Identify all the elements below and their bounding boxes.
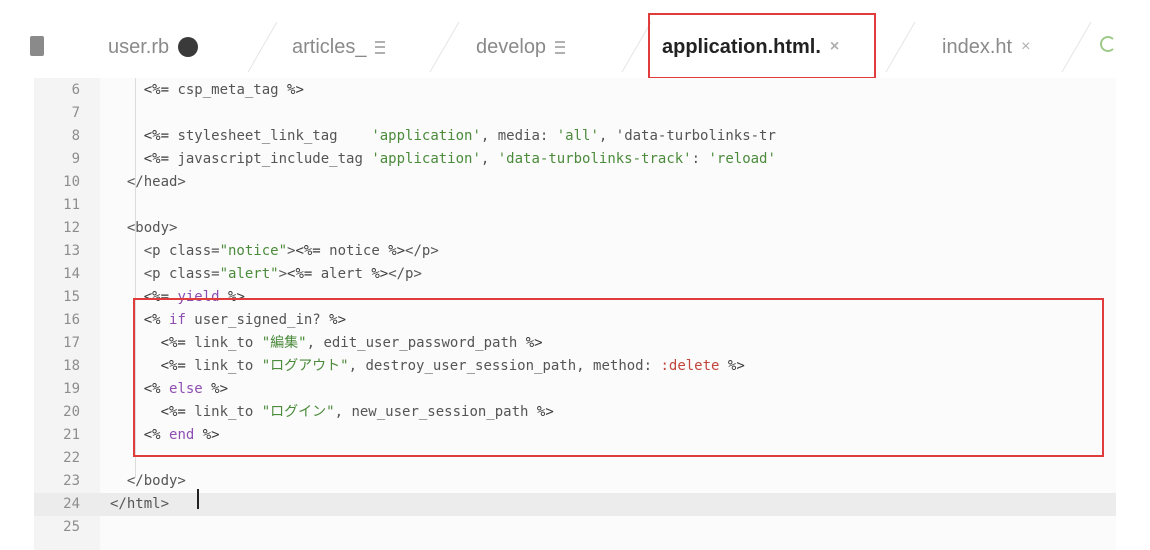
line-number: 6 — [71, 82, 80, 98]
code-line[interactable]: 25 — [34, 516, 1116, 539]
line-number: 18 — [63, 358, 80, 374]
line-number: 9 — [71, 151, 80, 167]
tab-divider — [621, 22, 652, 72]
new-tab-icon[interactable] — [1100, 36, 1116, 52]
tab-label: articles_ — [292, 35, 367, 58]
line-number: 25 — [63, 519, 80, 535]
code-text: </body> — [110, 473, 186, 489]
code-line[interactable]: 12 <body> — [34, 217, 1116, 240]
line-number: 14 — [63, 266, 80, 282]
code-line[interactable]: 6 <%= csp_meta_tag %> — [34, 79, 1116, 102]
code-line[interactable]: 13 <p class="notice"><%= notice %></p> — [34, 240, 1116, 263]
tab-divider — [247, 22, 278, 72]
code-highlight-box — [133, 298, 1104, 457]
close-icon[interactable]: × — [1021, 38, 1030, 56]
tab-divider — [885, 22, 916, 72]
line-number: 23 — [63, 473, 80, 489]
line-number: 24 — [63, 496, 80, 512]
line-number: 10 — [63, 174, 80, 190]
tab-user-rb[interactable]: user.rb — [108, 22, 199, 72]
line-number: 15 — [63, 289, 80, 305]
code-text: <p class="notice"><%= notice %></p> — [110, 243, 439, 259]
line-number: 21 — [63, 427, 80, 443]
code-line[interactable]: 11 — [34, 194, 1116, 217]
tab-divider — [429, 22, 460, 72]
code-text: <body> — [110, 220, 178, 236]
tab-label: user.rb — [108, 35, 170, 58]
unsaved-dot-icon[interactable] — [178, 37, 199, 57]
line-number: 8 — [71, 128, 80, 144]
file-tree-icon[interactable] — [30, 36, 44, 56]
tab-highlight-box — [648, 13, 876, 79]
tab-develop[interactable]: develop — [476, 22, 566, 72]
code-line[interactable]: 8 <%= stylesheet_link_tag 'application',… — [34, 125, 1116, 148]
tab-bar: user.rb articles_ develop application.ht… — [0, 0, 1150, 88]
tab-label: index.ht — [942, 35, 1013, 58]
line-number: 17 — [63, 335, 80, 351]
code-text: </head> — [110, 174, 186, 190]
code-line[interactable]: 14 <p class="alert"><%= alert %></p> — [34, 263, 1116, 286]
tab-divider — [1061, 22, 1092, 72]
line-number: 7 — [71, 105, 80, 121]
line-number: 12 — [63, 220, 80, 236]
line-number: 22 — [63, 450, 80, 466]
code-text: <%= stylesheet_link_tag 'application', m… — [143, 128, 776, 144]
menu-icon[interactable] — [555, 40, 566, 54]
line-number: 13 — [63, 243, 80, 259]
tab-articles[interactable]: articles_ — [292, 22, 386, 72]
tab-label: develop — [476, 35, 547, 58]
tab-index[interactable]: index.ht × — [942, 22, 1030, 72]
text-cursor — [197, 489, 199, 509]
code-line[interactable]: 10 </head> — [34, 171, 1116, 194]
code-line[interactable]: 7 — [34, 102, 1116, 125]
line-number: 11 — [63, 197, 80, 213]
code-text: <p class="alert"><%= alert %></p> — [110, 266, 422, 282]
code-text: <%= javascript_include_tag 'application'… — [143, 151, 776, 167]
menu-icon[interactable] — [375, 40, 386, 54]
line-number: 19 — [63, 381, 80, 397]
code-text: <%= csp_meta_tag %> — [143, 82, 304, 98]
code-text: </html> — [110, 496, 170, 512]
line-number: 16 — [63, 312, 80, 328]
line-number: 20 — [63, 404, 80, 420]
code-line[interactable]: 9 <%= javascript_include_tag 'applicatio… — [34, 148, 1116, 171]
